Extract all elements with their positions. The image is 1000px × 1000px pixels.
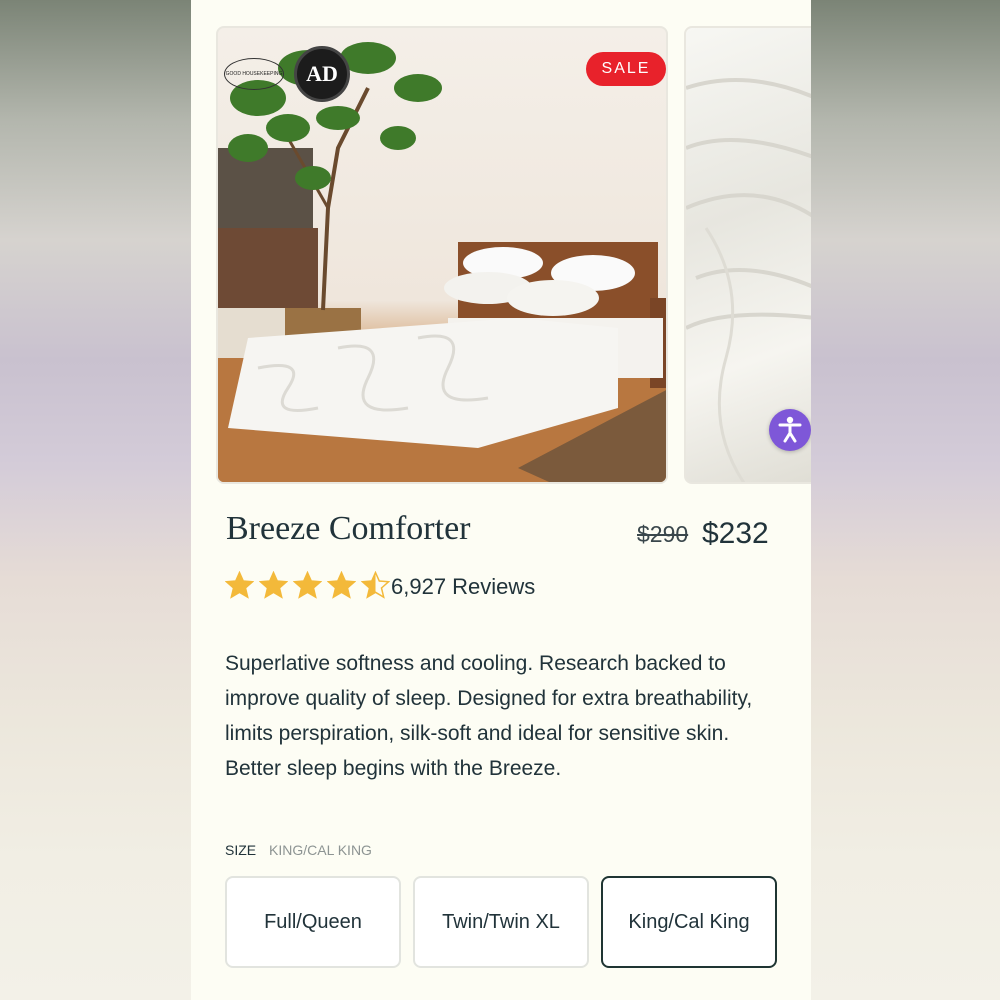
- size-option-king-cal-king[interactable]: King/Cal King: [601, 876, 777, 968]
- image-gallery[interactable]: GOOD HOUSEKEEPING AD SALE: [216, 26, 811, 484]
- sale-badge: SALE: [586, 52, 666, 86]
- accessibility-button[interactable]: [769, 409, 811, 451]
- star-icon: [225, 571, 254, 599]
- good-housekeeping-badge: GOOD HOUSEKEEPING: [224, 58, 284, 90]
- star-icon: [293, 571, 322, 599]
- accessibility-icon: [778, 416, 802, 443]
- bedroom-photo: [218, 42, 666, 482]
- product-page: GOOD HOUSEKEEPING AD SALE Breeze Comfort…: [191, 0, 811, 1000]
- original-price: $290: [637, 521, 689, 547]
- rating-stars[interactable]: [225, 571, 390, 600]
- star-icon: [361, 571, 390, 599]
- size-option-twin-twin-xl[interactable]: Twin/Twin XL: [413, 876, 589, 968]
- sale-price: $232: [702, 517, 769, 550]
- gallery-slide-main[interactable]: GOOD HOUSEKEEPING AD SALE: [216, 26, 668, 484]
- selected-size-value: KING/CAL KING: [269, 842, 372, 858]
- star-icon: [327, 571, 356, 599]
- size-option-full-queen[interactable]: Full/Queen: [225, 876, 401, 968]
- ad-award-badge: AD: [294, 46, 350, 102]
- size-options: Full/Queen Twin/Twin XL King/Cal King: [225, 876, 777, 968]
- product-description: Superlative softness and cooling. Resear…: [225, 652, 753, 780]
- product-title: Breeze Comforter: [226, 510, 471, 547]
- star-icon: [259, 571, 288, 599]
- size-label: SIZE: [225, 842, 257, 858]
- reviews-link[interactable]: 6,927 Reviews: [391, 574, 535, 600]
